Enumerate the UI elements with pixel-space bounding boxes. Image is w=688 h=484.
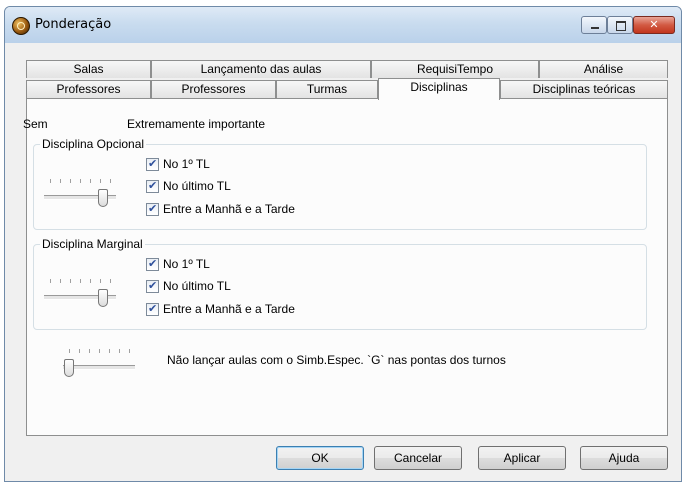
slider-tick xyxy=(70,279,71,283)
ok-button[interactable]: OK xyxy=(276,446,364,470)
maximize-button[interactable] xyxy=(607,16,633,34)
check-opcional-ultimo-tl[interactable]: No último TL xyxy=(146,178,231,194)
checkbox[interactable] xyxy=(146,302,159,316)
check-label: Entre a Manhã e a Tarde xyxy=(163,302,295,316)
tab-salas[interactable]: Salas xyxy=(26,60,151,78)
slider-tick xyxy=(109,349,110,353)
window-title: Ponderação xyxy=(35,17,112,32)
tab-professores-1[interactable]: Professores xyxy=(26,80,151,98)
minimize-button[interactable] xyxy=(581,16,607,34)
checkbox[interactable] xyxy=(146,179,159,193)
check-marginal-ultimo-tl[interactable]: No último TL xyxy=(146,278,231,294)
slider-tick xyxy=(100,179,101,183)
slider-tick xyxy=(80,279,81,283)
slider-tick xyxy=(60,179,61,183)
tab-lancamento-das-aulas[interactable]: Lançamento das aulas xyxy=(151,60,371,78)
tab-row-1: Salas Lançamento das aulas RequisiTempo … xyxy=(26,60,668,78)
slider-opcional[interactable] xyxy=(44,179,120,209)
group-title-marginal: Disciplina Marginal xyxy=(40,237,145,251)
slider-tick xyxy=(90,279,91,283)
slider-marginal[interactable] xyxy=(44,279,120,309)
slider-tick xyxy=(80,179,81,183)
slider-tick xyxy=(79,349,80,353)
simb-especial-label: Não lançar aulas com o Simb.Espec. `G` n… xyxy=(167,353,506,367)
slider-tick xyxy=(60,279,61,283)
slider-tick xyxy=(129,349,130,353)
slider-thumb[interactable] xyxy=(97,189,108,207)
slider-tick xyxy=(70,179,71,183)
tab-disciplinas[interactable]: Disciplinas xyxy=(378,78,500,100)
close-button[interactable] xyxy=(633,16,675,34)
slider-tick xyxy=(110,279,111,283)
slider-tick xyxy=(50,279,51,283)
slider-tick xyxy=(119,349,120,353)
check-marginal-manha-tarde[interactable]: Entre a Manhã e a Tarde xyxy=(146,301,295,317)
tab-professores-2[interactable]: Professores xyxy=(151,80,276,98)
slider-ticks xyxy=(69,349,130,355)
checkbox[interactable] xyxy=(146,157,159,171)
checkbox[interactable] xyxy=(146,202,159,216)
scale-max-label: Extremamente importante xyxy=(127,117,266,131)
help-button[interactable]: Ajuda xyxy=(580,446,668,470)
check-label: No último TL xyxy=(163,179,231,193)
check-marginal-primeiro-tl[interactable]: No 1º TL xyxy=(146,256,210,272)
group-title-opcional: Disciplina Opcional xyxy=(40,137,147,151)
scale-min-label: Sem xyxy=(23,117,48,131)
slider-tick xyxy=(100,279,101,283)
tab-analise[interactable]: Análise xyxy=(539,60,668,78)
slider-tick xyxy=(89,349,90,353)
slider-tick xyxy=(110,179,111,183)
tab-row-2: Professores Professores Turmas Disciplin… xyxy=(26,78,668,100)
slider-ticks xyxy=(50,279,111,285)
check-opcional-primeiro-tl[interactable]: No 1º TL xyxy=(146,156,210,172)
check-label: No 1º TL xyxy=(163,257,210,271)
group-disciplina-marginal: Disciplina Marginal No 1º TL No último T… xyxy=(33,237,647,330)
slider-thumb[interactable] xyxy=(97,289,108,307)
slider-tick xyxy=(90,179,91,183)
slider-ticks xyxy=(50,179,111,185)
tab-disciplinas-teoricas[interactable]: Disciplinas teóricas xyxy=(500,80,668,98)
slider-simb-especial[interactable] xyxy=(63,349,139,379)
check-opcional-manha-tarde[interactable]: Entre a Manhã e a Tarde xyxy=(146,201,295,217)
check-label: No último TL xyxy=(163,279,231,293)
tab-requisitempo[interactable]: RequisiTempo xyxy=(371,60,539,78)
checkbox[interactable] xyxy=(146,257,159,271)
apply-button[interactable]: Aplicar xyxy=(478,446,566,470)
slider-tick xyxy=(99,349,100,353)
cancel-button[interactable]: Cancelar xyxy=(374,446,462,470)
check-label: Entre a Manhã e a Tarde xyxy=(163,202,295,216)
group-disciplina-opcional: Disciplina Opcional No 1º TL No último T… xyxy=(33,137,647,230)
app-icon xyxy=(12,17,30,35)
check-label: No 1º TL xyxy=(163,157,210,171)
title-bar[interactable]: Ponderação xyxy=(5,7,681,43)
checkbox[interactable] xyxy=(146,279,159,293)
slider-tick xyxy=(50,179,51,183)
tab-turmas[interactable]: Turmas xyxy=(276,80,378,98)
tab-panel-disciplinas: Sem Extremamente importante Disciplina O… xyxy=(23,98,668,436)
slider-tick xyxy=(69,349,70,353)
slider-thumb[interactable] xyxy=(64,359,74,377)
